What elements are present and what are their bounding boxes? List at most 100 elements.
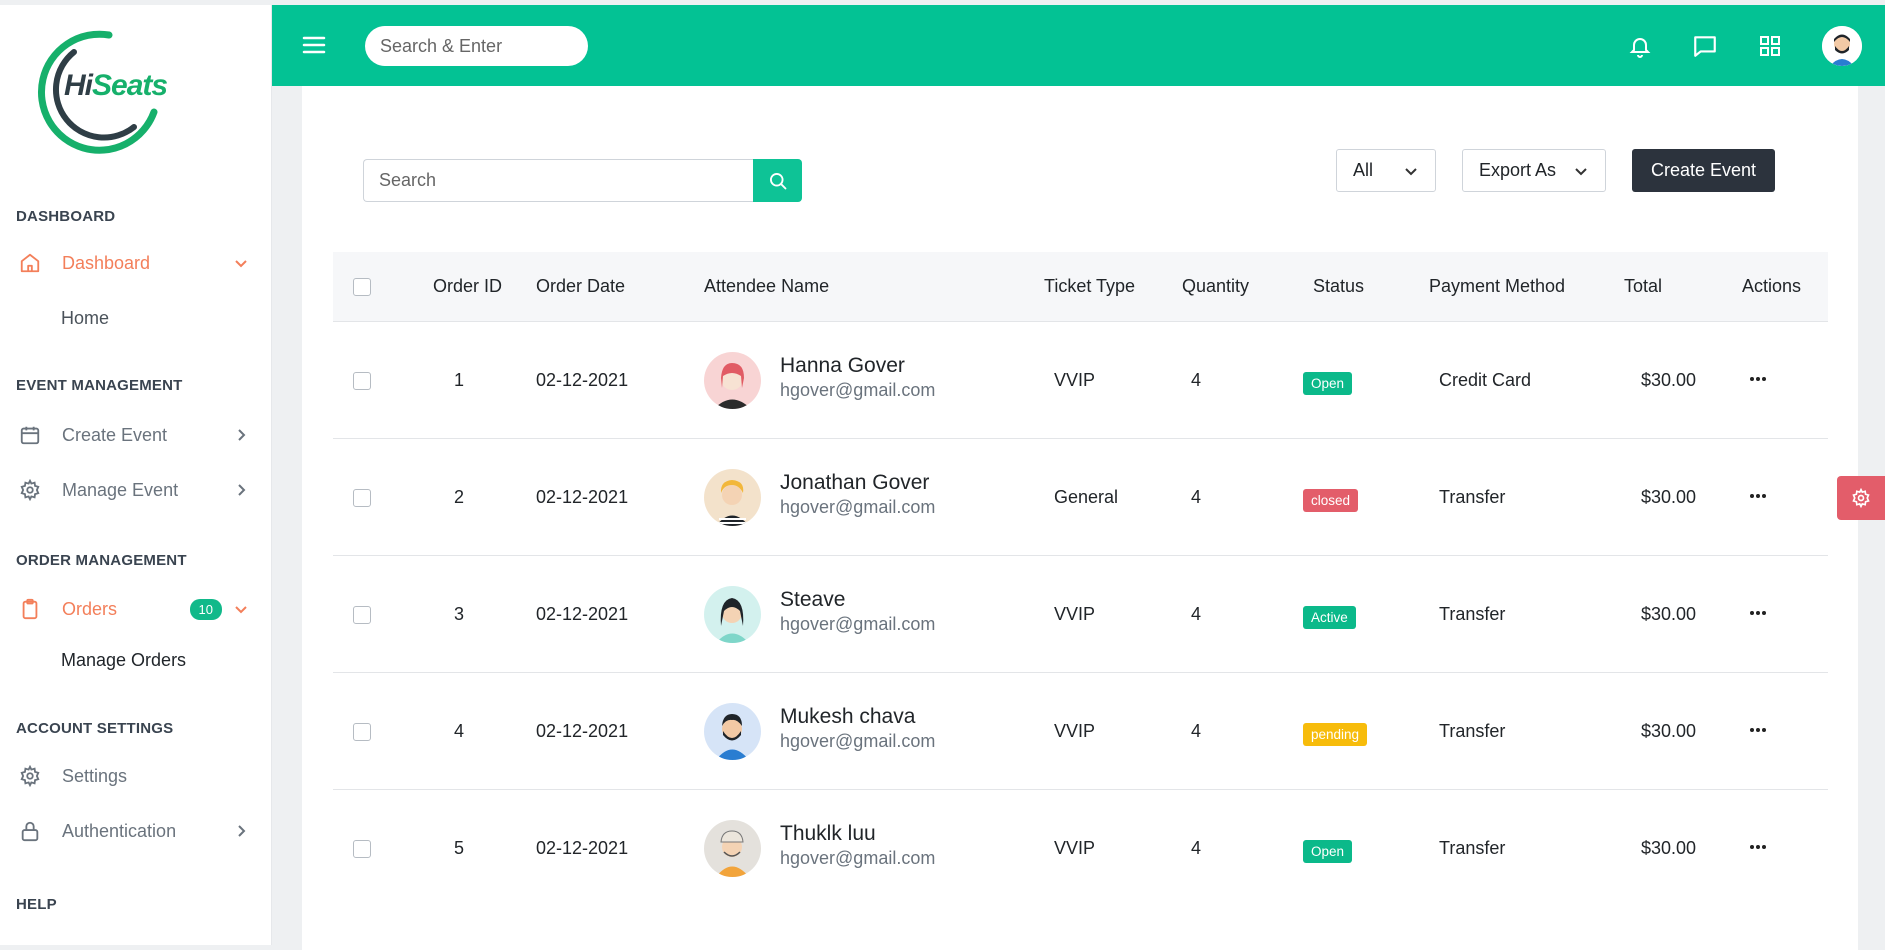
table-row[interactable]: 1 02-12-2021 Hanna Gover hgover@gmail.co… <box>333 322 1828 439</box>
order-search-input[interactable] <box>363 159 753 202</box>
quantity: 4 <box>1191 721 1202 741</box>
sidebar-item-home[interactable]: Home <box>61 308 109 329</box>
quantity: 4 <box>1191 838 1202 858</box>
payment-method: Transfer <box>1439 487 1506 507</box>
attendee-name: Steave <box>780 588 846 611</box>
logo-text: HiSeats <box>64 69 168 103</box>
create-event-button[interactable]: Create Event <box>1632 149 1775 192</box>
export-select-label: Export As <box>1479 160 1557 180</box>
gear-icon <box>18 764 42 788</box>
order-search <box>363 159 804 202</box>
row-checkbox[interactable] <box>353 840 371 858</box>
chevron-right-icon <box>232 822 250 840</box>
order-total: $30.00 <box>1641 838 1697 858</box>
export-select[interactable]: Export As <box>1462 149 1606 192</box>
attendee-name: Thuklk luu <box>780 822 876 845</box>
select-all-checkbox[interactable] <box>353 278 371 296</box>
section-order-management: ORDER MANAGEMENT <box>16 552 187 569</box>
more-actions-icon[interactable] <box>1746 603 1770 623</box>
user-avatar-icon <box>1822 26 1862 66</box>
table-row[interactable]: 5 02-12-2021 Thuklk luu hgover@gmail.com… <box>333 790 1828 907</box>
header-total[interactable]: Total <box>1624 276 1662 297</box>
payment-method: Transfer <box>1439 604 1506 624</box>
table-row[interactable]: 4 02-12-2021 Mukesh chava hgover@gmail.c… <box>333 673 1828 790</box>
home-icon <box>18 251 42 275</box>
row-checkbox[interactable] <box>353 489 371 507</box>
header-payment-method[interactable]: Payment Method <box>1429 276 1565 297</box>
row-checkbox[interactable] <box>353 372 371 390</box>
sidebar-item-manage-orders[interactable]: Manage Orders <box>61 650 186 671</box>
quantity: 4 <box>1191 604 1202 624</box>
status-badge: pending <box>1303 723 1368 746</box>
row-checkbox[interactable] <box>353 606 371 624</box>
ticket-type: VVIP <box>1054 604 1096 624</box>
sidebar-item-create-event[interactable]: Create Event <box>18 419 250 451</box>
search-icon <box>769 172 786 189</box>
sidebar-item-create-event-label: Create Event <box>62 424 168 445</box>
sidebar-item-orders[interactable]: Orders 10 <box>18 593 250 625</box>
order-total: $30.00 <box>1641 604 1697 624</box>
header-attendee-name[interactable]: Attendee Name <box>704 276 829 297</box>
quantity: 4 <box>1191 487 1202 507</box>
order-id: 1 <box>454 370 465 390</box>
header-status[interactable]: Status <box>1313 276 1364 297</box>
calendar-icon <box>18 423 42 447</box>
order-id: 4 <box>454 721 465 741</box>
ticket-type: VVIP <box>1054 370 1096 390</box>
chat-icon[interactable] <box>1690 31 1720 61</box>
order-id: 3 <box>454 604 465 624</box>
order-id: 5 <box>454 838 465 858</box>
user-avatar[interactable] <box>1822 26 1862 66</box>
sidebar: HiSeats DASHBOARD Dashboard Home EVENT M… <box>0 5 272 945</box>
more-actions-icon[interactable] <box>1746 837 1770 857</box>
top-search-input[interactable] <box>365 26 588 66</box>
attendee-avatar <box>704 469 761 526</box>
table-row[interactable]: 2 02-12-2021 Jonathan Gover hgover@gmail… <box>333 439 1828 556</box>
sidebar-item-dashboard-label: Dashboard <box>62 252 151 273</box>
order-date: 02-12-2021 <box>536 604 629 624</box>
status-badge: Active <box>1303 606 1356 629</box>
more-actions-icon[interactable] <box>1746 720 1770 740</box>
topbar <box>272 5 1885 86</box>
chevron-down-icon <box>232 254 250 272</box>
apps-grid-icon[interactable] <box>1755 31 1785 61</box>
lock-icon <box>18 819 42 843</box>
filter-select[interactable]: All <box>1336 149 1436 192</box>
payment-method: Credit Card <box>1439 370 1532 390</box>
sidebar-item-manage-event[interactable]: Manage Event <box>18 474 250 506</box>
bell-icon[interactable] <box>1625 31 1655 61</box>
sidebar-item-dashboard[interactable]: Dashboard <box>18 247 250 279</box>
theme-settings-button[interactable] <box>1837 476 1885 520</box>
sidebar-item-authentication[interactable]: Authentication <box>18 815 250 847</box>
attendee-email: hgover@gmail.com <box>780 380 936 400</box>
status-badge: Open <box>1303 372 1353 395</box>
sidebar-item-settings[interactable]: Settings <box>18 760 250 792</box>
status-badge: closed <box>1303 489 1359 512</box>
header-ticket-type[interactable]: Ticket Type <box>1044 276 1135 297</box>
sidebar-item-authentication-label: Authentication <box>62 820 177 841</box>
table-header: Order ID Order Date Attendee Name Ticket… <box>333 252 1828 322</box>
hamburger-menu-icon[interactable] <box>300 31 328 59</box>
header-quantity[interactable]: Quantity <box>1182 276 1249 297</box>
header-order-id[interactable]: Order ID <box>433 276 502 297</box>
status-badge: Open <box>1303 840 1353 863</box>
search-button[interactable] <box>753 159 802 202</box>
attendee-name: Mukesh chava <box>780 705 916 728</box>
header-order-date[interactable]: Order Date <box>536 276 625 297</box>
attendee-avatar <box>704 820 761 877</box>
hiseats-logo[interactable]: HiSeats <box>14 27 184 157</box>
more-actions-icon[interactable] <box>1746 369 1770 389</box>
quantity: 4 <box>1191 370 1202 390</box>
filter-select-value: All <box>1353 160 1374 180</box>
sidebar-item-manage-event-label: Manage Event <box>62 479 179 500</box>
order-total: $30.00 <box>1641 721 1697 741</box>
orders-card: All Export As Create Event Order ID Orde… <box>302 86 1858 950</box>
table-row[interactable]: 3 02-12-2021 Steave hgover@gmail.com VVI… <box>333 556 1828 673</box>
order-date: 02-12-2021 <box>536 721 629 741</box>
more-actions-icon[interactable] <box>1746 486 1770 506</box>
chevron-down-icon <box>1573 163 1589 179</box>
row-checkbox[interactable] <box>353 723 371 741</box>
ticket-type: VVIP <box>1054 838 1096 858</box>
gear-icon <box>18 478 42 502</box>
attendee-email: hgover@gmail.com <box>780 614 936 634</box>
